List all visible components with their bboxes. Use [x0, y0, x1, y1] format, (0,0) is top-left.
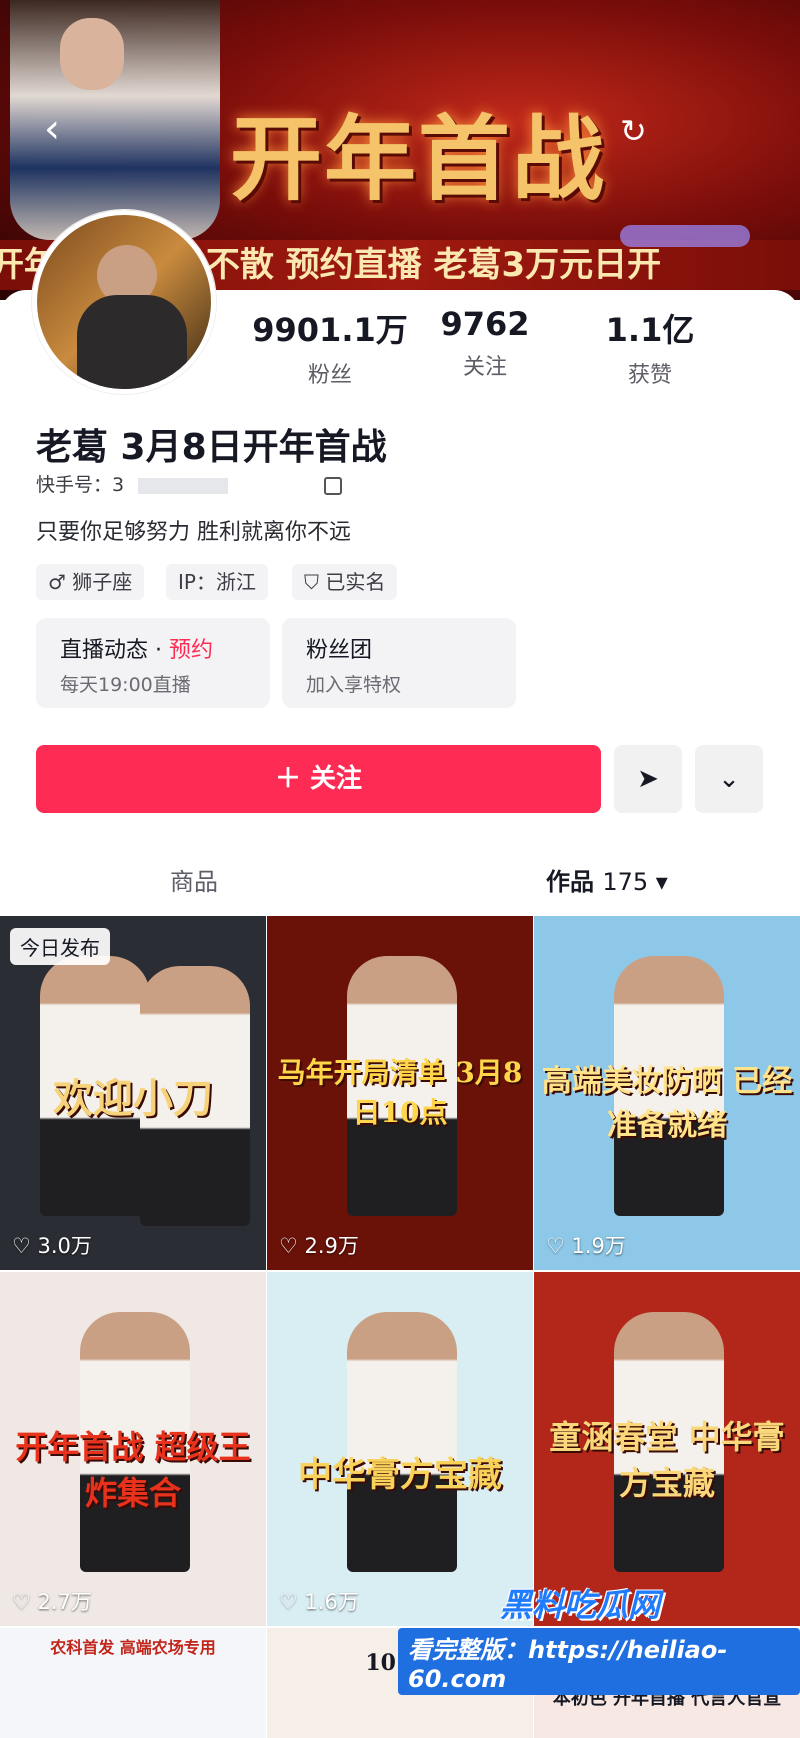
stat-likes-label: 获赞: [627, 363, 672, 388]
banner-face: [60, 18, 124, 90]
video-likes: ♡ 1.9万: [546, 1234, 626, 1258]
follow-button[interactable]: ＋ 关注: [36, 745, 601, 813]
send-icon[interactable]: ➤: [614, 745, 682, 813]
live-tile-title-text: 直播动态 ·: [60, 638, 169, 663]
video-card[interactable]: 童涵春堂 中华膏方宝藏: [534, 1272, 800, 1626]
today-badge: 今日发布: [10, 928, 110, 965]
tab-works[interactable]: 作品 175 ▾: [546, 862, 668, 897]
watermark-site-name: 黑料吃瓜网: [500, 1586, 661, 1624]
video-likes: ♡ 3.0万: [12, 1234, 92, 1258]
video-likes: ♡ 1.6万: [279, 1590, 359, 1614]
video-caption: 农科首发 高端农场专用: [50, 1638, 216, 1657]
banner-title: 开年首战: [230, 105, 607, 213]
stat-likes[interactable]: 1.1亿 获赞: [570, 305, 730, 389]
tag-verified: ⛉ 已实名: [292, 564, 398, 600]
reserve-label: 预约: [168, 638, 213, 663]
content-tabs: 商品 作品 175 ▾: [0, 862, 800, 908]
stat-likes-count: 1.1亿: [605, 311, 695, 349]
video-likes: ♡ 2.7万: [12, 1590, 92, 1614]
video-caption: 开年首战 超级王炸集合: [15, 1428, 251, 1512]
masked-id: [138, 477, 229, 494]
tag-ip-location: IP：浙江: [166, 564, 268, 600]
stat-following-count: 9762: [440, 305, 530, 343]
tag-zodiac: ♂ 狮子座: [36, 564, 145, 600]
video-caption: 欢迎小刀: [53, 1075, 213, 1122]
video-caption: 中华膏方宝藏: [298, 1455, 502, 1495]
video-card[interactable]: 农科首发 高端农场专用: [0, 1628, 266, 1738]
stat-following[interactable]: 9762 关注: [405, 305, 565, 381]
copy-icon[interactable]: [324, 476, 343, 495]
profile-name: 老葛 3月8日开年首战: [36, 427, 387, 468]
stat-fans[interactable]: 9901.1万 粉丝: [250, 305, 410, 389]
profile-id: 快手号：3: [36, 470, 343, 497]
chevron-left-icon[interactable]: ‹: [44, 109, 78, 149]
video-thumb-person: [347, 1312, 457, 1572]
video-card[interactable]: 马年开局清单 3月8日10点 ♡ 2.9万: [267, 916, 533, 1270]
video-card[interactable]: 高端美妆防晒 已经准备就绪 ♡ 1.9万: [534, 916, 800, 1270]
profile-stats: 9901.1万 粉丝 9762 关注 1.1亿 获赞: [250, 305, 750, 388]
stat-following-label: 关注: [462, 355, 507, 380]
video-caption: 童涵春堂 中华膏方宝藏: [549, 1418, 785, 1502]
fan-club-tile[interactable]: 粉丝团 加入享特权: [282, 618, 516, 708]
live-tile-title: 直播动态 · 预约: [60, 632, 213, 664]
video-card[interactable]: 中华膏方宝藏 ♡ 1.6万: [267, 1272, 533, 1626]
profile-bio: 只要你足够努力 胜利就离你不远: [36, 520, 351, 545]
video-card[interactable]: 开年首战 超级王炸集合 ♡ 2.7万: [0, 1272, 266, 1626]
stat-fans-label: 粉丝: [307, 363, 352, 388]
profile-id-label: 快手号：3: [36, 474, 125, 496]
tab-works-count: 175 ▾: [602, 868, 668, 896]
video-card[interactable]: 今日发布 欢迎小刀 ♡ 3.0万: [0, 916, 266, 1270]
live-tile-sub: 每天19:00直播: [60, 674, 191, 696]
shield-icon: ⛉: [304, 570, 319, 594]
blurred-overlay: [620, 225, 750, 247]
watermark-url: 看完整版：https://heiliao-60.com: [398, 1628, 800, 1695]
tab-works-label: 作品: [546, 868, 594, 896]
tag-verified-label: 已实名: [325, 570, 386, 594]
live-schedule-tile[interactable]: 直播动态 · 预约 每天19:00直播: [36, 618, 270, 708]
stat-fans-count: 9901.1万: [252, 311, 408, 349]
avatar[interactable]: [32, 210, 216, 394]
video-caption: 马年开局清单 3月8日10点: [277, 1056, 523, 1129]
video-likes: ♡ 2.9万: [279, 1234, 359, 1258]
video-caption: 高端美妆防晒 已经准备就绪: [541, 1064, 793, 1143]
avatar-body: [77, 295, 187, 389]
refresh-icon[interactable]: ↻: [620, 112, 647, 150]
fan-club-title: 粉丝团: [306, 638, 373, 663]
fan-club-sub: 加入享特权: [306, 674, 402, 696]
tab-products[interactable]: 商品: [170, 862, 218, 897]
chevron-down-icon[interactable]: ⌄: [695, 745, 763, 813]
